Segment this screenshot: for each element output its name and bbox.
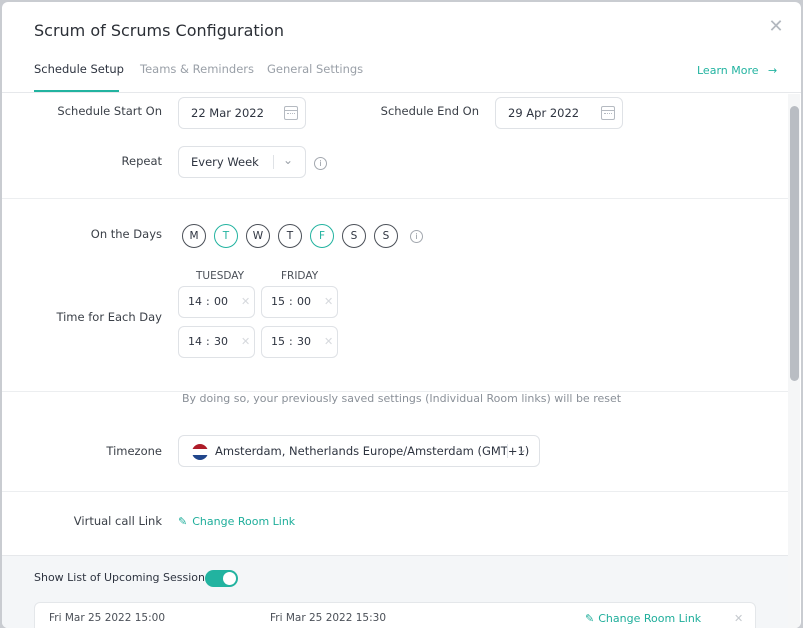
tab-general-settings[interactable]: General Settings <box>267 62 363 76</box>
tab-bar: Schedule Setup Teams & Reminders General… <box>2 58 801 93</box>
day-monday[interactable]: M <box>182 224 206 248</box>
minute-value: 30 <box>297 335 311 348</box>
session-row: Fri Mar 25 2022 15:00 Fri Mar 25 2022 15… <box>34 602 756 628</box>
upcoming-sessions-toggle[interactable] <box>205 570 238 587</box>
time-colon: : <box>289 295 293 308</box>
timezone-select[interactable]: Amsterdam, Netherlands Europe/Amsterdam … <box>178 435 540 467</box>
schedule-end-value: 29 Apr 2022 <box>508 106 580 120</box>
hour-value: 15 <box>271 295 285 308</box>
divider <box>2 491 788 492</box>
clear-icon[interactable]: ✕ <box>241 295 250 308</box>
timezone-label: Timezone <box>106 444 162 458</box>
friday-start-time[interactable]: 15 : 00 ✕ <box>261 286 338 318</box>
info-icon[interactable]: i <box>410 230 423 243</box>
day-tuesday[interactable]: T <box>214 224 238 248</box>
select-divider <box>507 444 508 458</box>
info-icon[interactable]: i <box>314 157 327 170</box>
timezone-value: Amsterdam, Netherlands Europe/Amsterdam … <box>215 444 530 458</box>
schedule-start-field[interactable]: 22 Mar 2022 <box>178 97 306 129</box>
change-room-link-label: Change Room Link <box>192 515 296 528</box>
change-room-link[interactable]: ✎ Change Room Link <box>178 515 295 528</box>
day-wednesday[interactable]: W <box>246 224 270 248</box>
hour-value: 14 <box>188 335 202 348</box>
tuesday-start-time[interactable]: 14 : 00 ✕ <box>178 286 255 318</box>
arrow-right-icon: → <box>768 64 778 77</box>
minute-value: 00 <box>297 295 311 308</box>
schedule-start-value: 22 Mar 2022 <box>191 106 264 120</box>
tab-schedule-setup[interactable]: Schedule Setup <box>34 62 124 76</box>
hour-value: 15 <box>271 335 285 348</box>
calendar-icon[interactable] <box>601 106 615 120</box>
calendar-icon[interactable] <box>284 106 298 120</box>
day-thursday[interactable]: T <box>278 224 302 248</box>
learn-more-link[interactable]: Learn More → <box>697 64 777 77</box>
time-colon: : <box>206 295 210 308</box>
friday-end-time[interactable]: 15 : 30 ✕ <box>261 326 338 358</box>
hour-value: 14 <box>188 295 202 308</box>
minute-value: 00 <box>214 295 228 308</box>
time-label: Time for Each Day <box>56 310 162 324</box>
time-colon: : <box>206 335 210 348</box>
schedule-end-field[interactable]: 29 Apr 2022 <box>495 97 623 129</box>
day-saturday[interactable]: S <box>342 224 366 248</box>
chevron-down-icon: ⌄ <box>517 442 528 456</box>
repeat-select[interactable]: Every Week ⌄ <box>178 146 306 178</box>
day-sunday[interactable]: S <box>374 224 398 248</box>
tab-teams-reminders[interactable]: Teams & Reminders <box>140 62 254 76</box>
schedule-end-label: Schedule End On <box>380 104 479 118</box>
pencil-icon: ✎ <box>178 515 188 528</box>
clear-icon[interactable]: ✕ <box>324 295 333 308</box>
session-start: Fri Mar 25 2022 15:00 <box>49 612 166 624</box>
virtual-call-label: Virtual call Link <box>73 514 162 528</box>
repeat-value: Every Week <box>191 155 259 169</box>
repeat-label: Repeat <box>121 154 162 168</box>
friday-heading: FRIDAY <box>281 270 319 282</box>
divider <box>2 198 788 199</box>
days-label: On the Days <box>90 227 162 241</box>
select-divider <box>273 155 274 169</box>
schedule-start-label: Schedule Start On <box>57 104 162 118</box>
pencil-icon: ✎ <box>585 612 595 625</box>
minute-value: 30 <box>214 335 228 348</box>
time-colon: : <box>289 335 293 348</box>
netherlands-flag-icon <box>192 444 208 460</box>
clear-icon[interactable]: ✕ <box>324 335 333 348</box>
session-change-room-link[interactable]: ✎ Change Room Link <box>585 612 701 625</box>
reset-warning: By doing so, your previously saved setti… <box>182 392 622 405</box>
chevron-down-icon: ⌄ <box>283 153 294 167</box>
learn-more-label: Learn More <box>697 64 759 77</box>
tuesday-end-time[interactable]: 14 : 30 ✕ <box>178 326 255 358</box>
session-change-room-label: Change Room Link <box>598 612 702 625</box>
tuesday-heading: TUESDAY <box>196 270 245 282</box>
scrollbar-thumb[interactable] <box>790 106 799 381</box>
upcoming-sessions-label: Show List of Upcoming Sessions <box>34 571 211 584</box>
modal-title: Scrum of Scrums Configuration <box>34 21 285 40</box>
day-friday[interactable]: F <box>310 224 334 248</box>
config-modal: Scrum of Scrums Configuration ✕ Schedule… <box>2 2 801 628</box>
session-end: Fri Mar 25 2022 15:30 <box>270 612 387 624</box>
active-tab-indicator <box>34 90 119 92</box>
clear-icon[interactable]: ✕ <box>241 335 250 348</box>
close-icon[interactable]: ✕ <box>768 18 784 36</box>
remove-session-icon[interactable]: ✕ <box>734 612 743 625</box>
